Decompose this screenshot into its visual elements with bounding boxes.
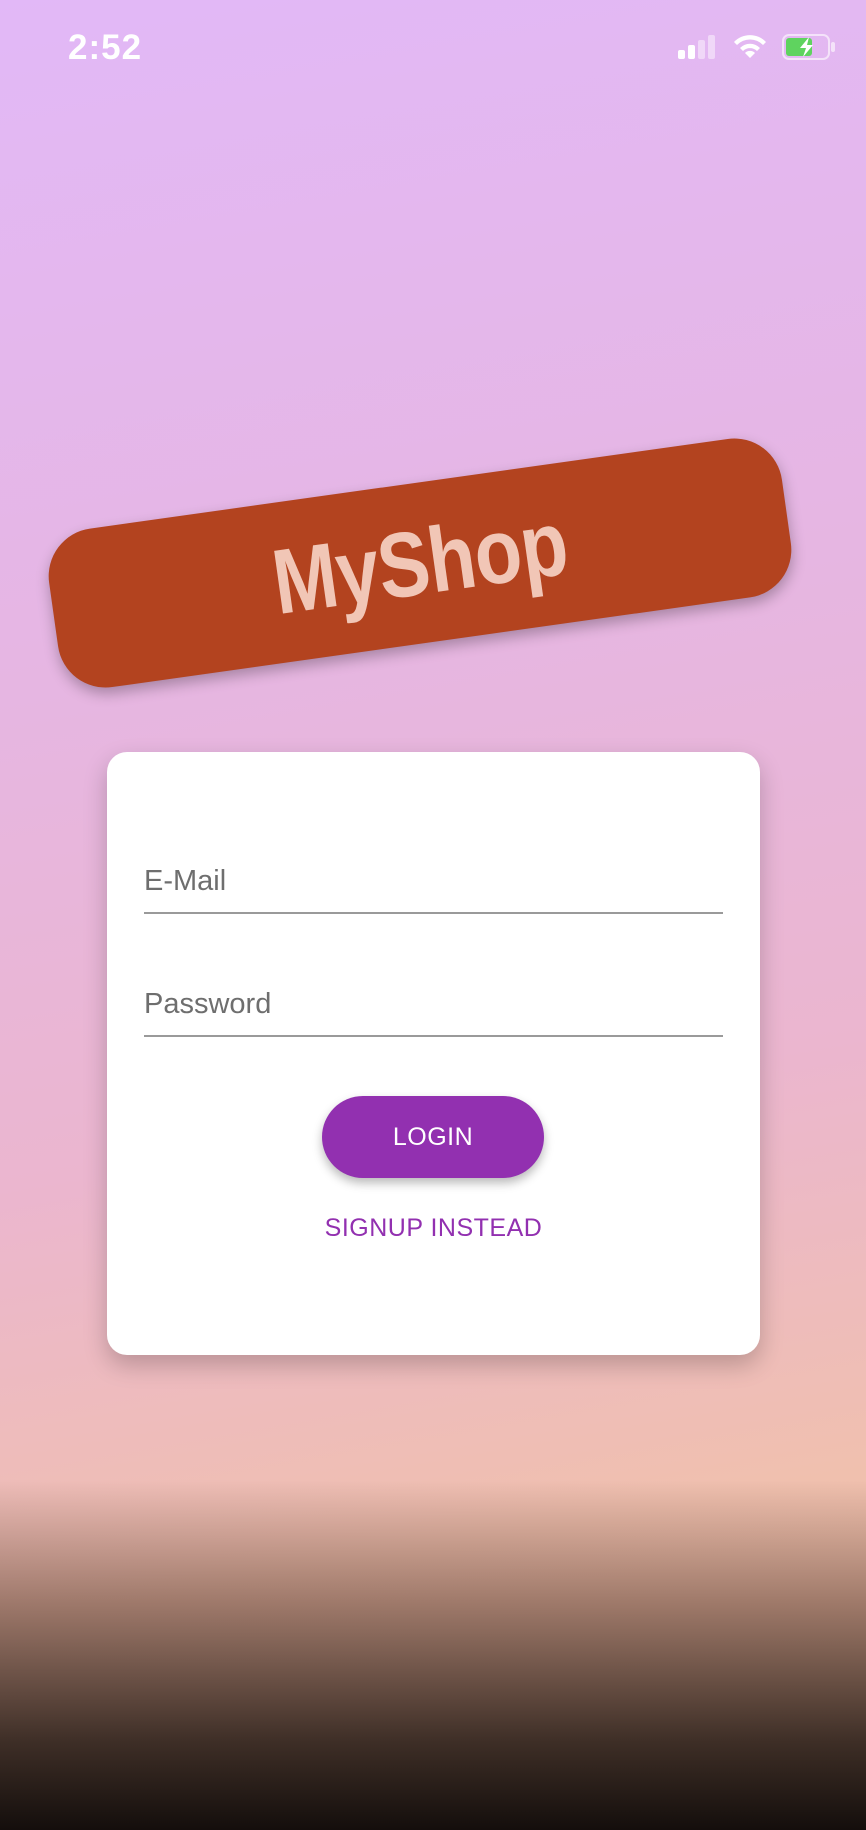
login-button[interactable]: LOGIN <box>322 1096 544 1178</box>
password-input[interactable] <box>144 988 723 1021</box>
email-input[interactable] <box>144 865 723 898</box>
status-time: 2:52 <box>68 28 143 67</box>
wifi-icon <box>734 35 766 58</box>
auth-screen: 2:52 MyShop E-Mail LOGIN SIGNUP INSTEAD <box>0 0 866 1830</box>
signup-instead-button[interactable]: SIGNUP INSTEAD <box>107 1214 760 1243</box>
auth-card: LOGIN SIGNUP INSTEAD <box>107 752 760 1355</box>
signal-icon <box>678 35 715 59</box>
battery-charging-icon <box>782 34 835 60</box>
logo-text: MyShop <box>266 491 574 635</box>
status-bar: 2:52 <box>0 0 866 100</box>
password-field <box>144 935 723 1037</box>
status-icons <box>678 34 836 60</box>
bottom-shade <box>0 1480 866 1830</box>
email-field <box>144 812 723 914</box>
logo-banner: MyShop <box>42 432 798 694</box>
